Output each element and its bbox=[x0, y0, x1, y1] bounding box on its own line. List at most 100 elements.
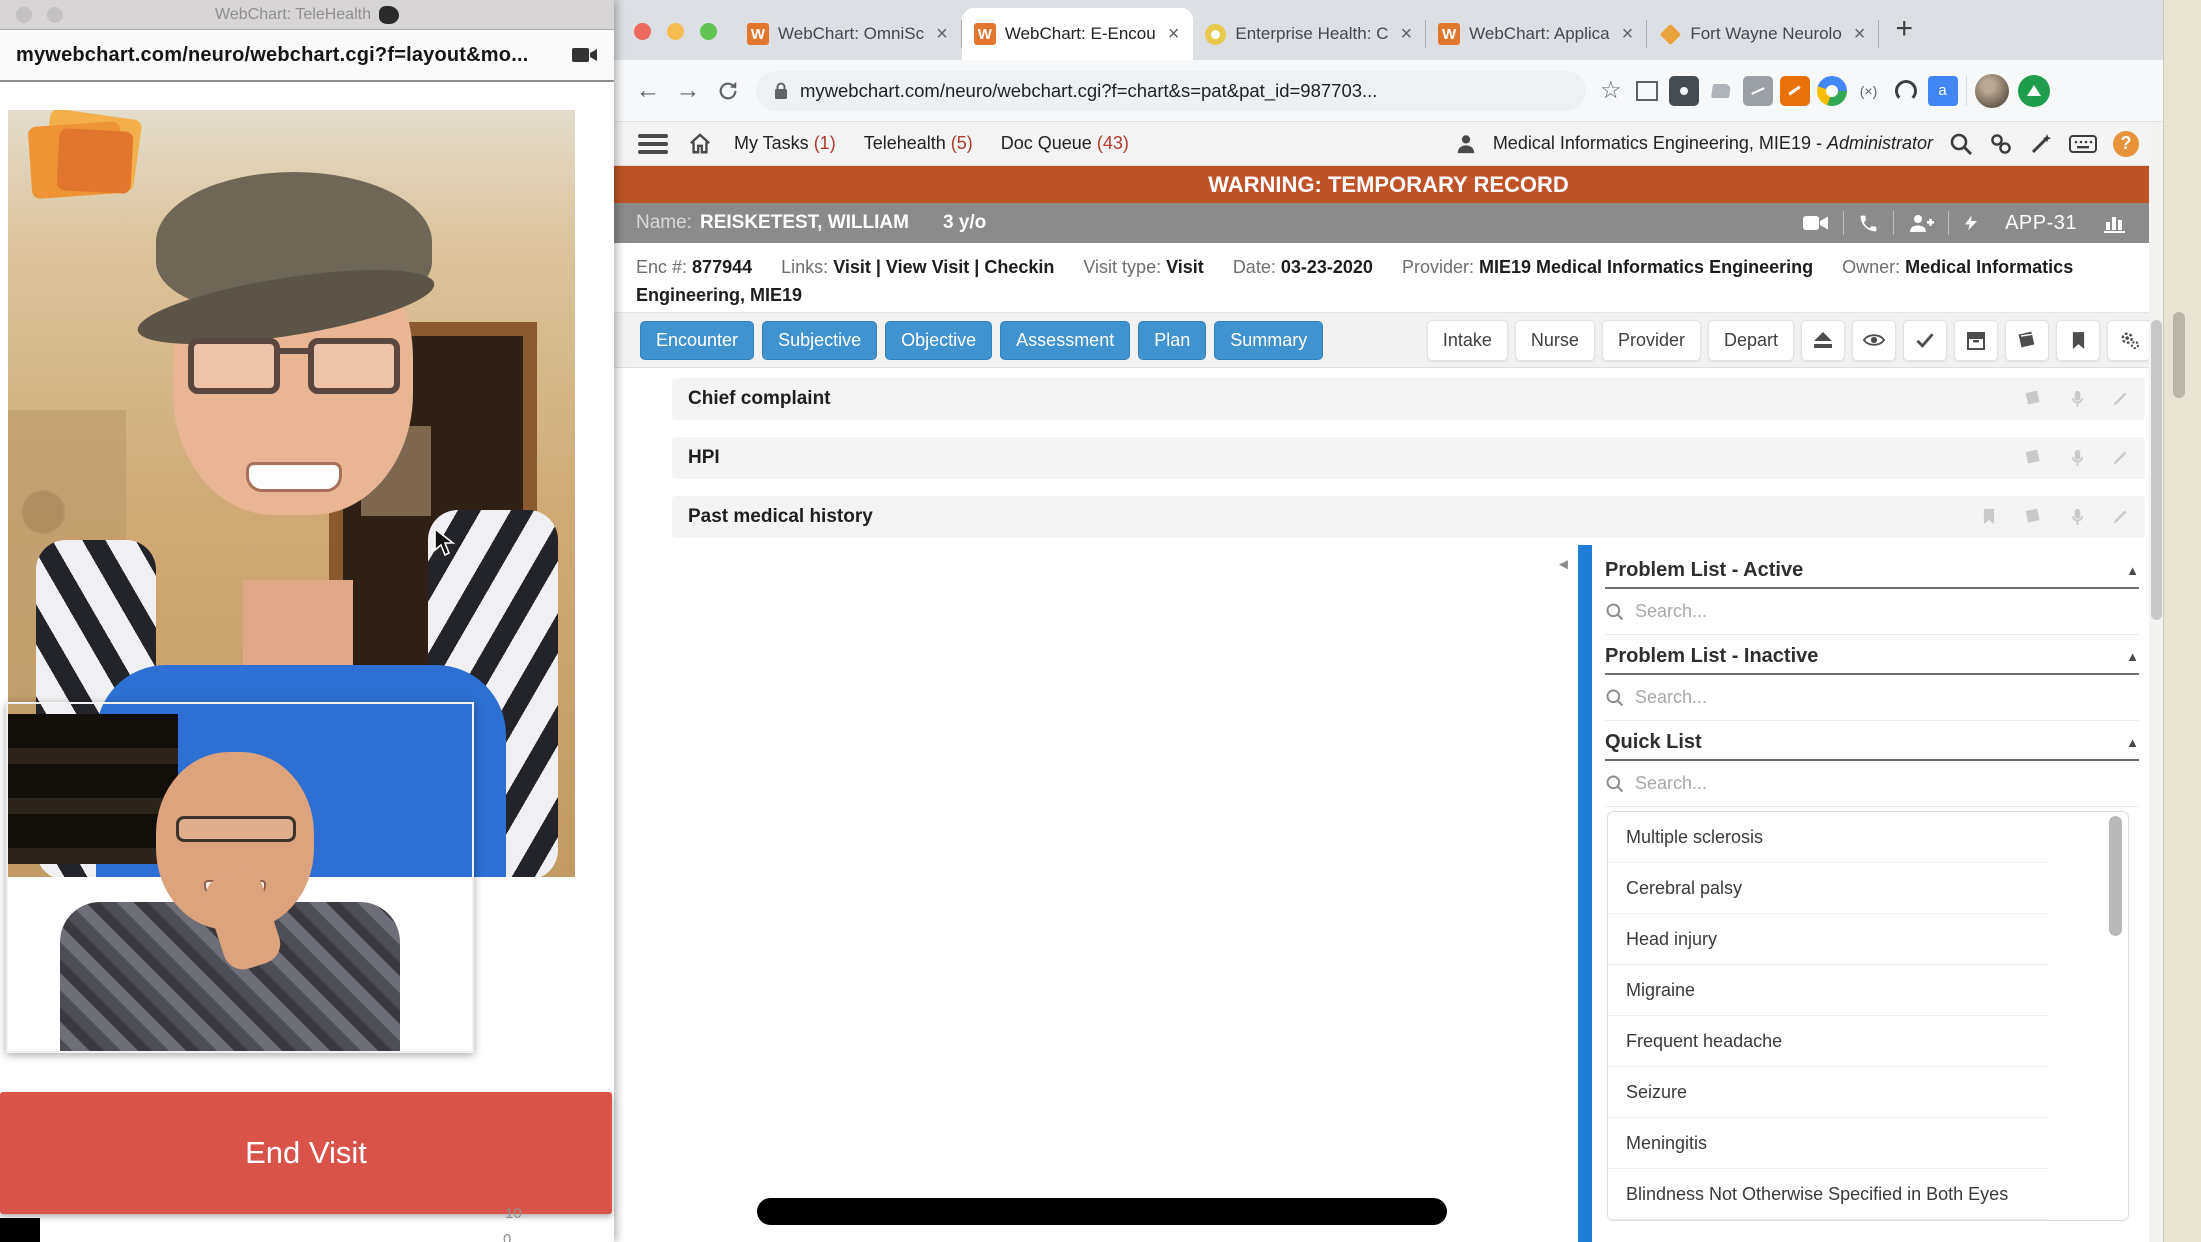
tab-close-icon[interactable]: × bbox=[1398, 23, 1414, 46]
link-icon[interactable] bbox=[1989, 132, 2013, 156]
reload-icon[interactable] bbox=[708, 80, 748, 102]
end-visit-button[interactable]: End Visit bbox=[0, 1092, 612, 1214]
bookmark-star-icon[interactable]: ☆ bbox=[1600, 76, 1622, 105]
bookmark-icon[interactable] bbox=[1982, 508, 1996, 526]
tab-close-icon[interactable]: × bbox=[1620, 23, 1636, 46]
search-input[interactable] bbox=[1635, 601, 1935, 622]
forward-icon[interactable]: → bbox=[668, 76, 708, 105]
section-tab[interactable]: Summary bbox=[1214, 321, 1323, 360]
lock-icon[interactable] bbox=[774, 82, 788, 100]
telehealth-url[interactable]: mywebchart.com/neuro/webchart.cgi?f=layo… bbox=[16, 44, 528, 67]
extension-icon[interactable] bbox=[1780, 76, 1810, 106]
phone-icon[interactable] bbox=[1844, 213, 1893, 234]
new-tab-button[interactable]: + bbox=[1879, 12, 1929, 60]
search-icon[interactable] bbox=[1949, 132, 1973, 156]
check-button[interactable] bbox=[1903, 320, 1947, 361]
window-dot[interactable] bbox=[47, 7, 63, 23]
back-icon[interactable]: ← bbox=[628, 76, 668, 105]
links-value[interactable]: Visit | View Visit | Checkin bbox=[833, 257, 1054, 277]
menu-icon[interactable] bbox=[638, 134, 668, 154]
bookmark-button[interactable] bbox=[2056, 320, 2100, 361]
extension-icon[interactable] bbox=[1817, 76, 1847, 106]
book-icon[interactable] bbox=[2024, 390, 2043, 408]
section-tab[interactable]: Assessment bbox=[1000, 321, 1130, 360]
panel-group-header[interactable]: Problem List - Active ▲ bbox=[1605, 553, 2139, 589]
quick-list-item[interactable]: Frequent headache bbox=[1608, 1016, 2048, 1067]
section-past-medical-history[interactable]: Past medical history bbox=[672, 496, 2145, 538]
edit-pencil-icon[interactable] bbox=[2112, 449, 2129, 467]
minimize-window-icon[interactable] bbox=[667, 23, 684, 40]
extension-icon[interactable] bbox=[1743, 76, 1773, 106]
microphone-icon[interactable] bbox=[2071, 508, 2084, 526]
browser-tab[interactable]: WebChart: E-Encou × bbox=[962, 8, 1194, 60]
book-icon[interactable] bbox=[2024, 449, 2043, 467]
video-camera-icon[interactable] bbox=[572, 46, 598, 64]
quick-list-item[interactable]: Blindness Not Otherwise Specified in Bot… bbox=[1608, 1169, 2048, 1220]
search-input[interactable] bbox=[1635, 773, 1935, 794]
tab-close-icon[interactable]: × bbox=[1166, 23, 1182, 46]
keyboard-icon[interactable] bbox=[2069, 134, 2097, 154]
logged-in-user[interactable]: Medical Informatics Engineering, MIE19 -… bbox=[1493, 133, 1933, 154]
search-input[interactable] bbox=[1635, 687, 1935, 708]
add-person-icon[interactable] bbox=[1894, 213, 1948, 233]
panel-group-header[interactable]: Problem List - Inactive ▲ bbox=[1605, 639, 2139, 675]
stage-button[interactable]: Depart bbox=[1708, 320, 1794, 361]
collapse-caret-icon[interactable]: ▲ bbox=[2126, 563, 2139, 578]
close-window-icon[interactable] bbox=[634, 23, 651, 40]
extension-icon[interactable] bbox=[1632, 76, 1662, 106]
nav-link[interactable]: Telehealth (5) bbox=[864, 133, 973, 154]
extension-icon[interactable] bbox=[1928, 76, 1958, 106]
tab-close-icon[interactable]: × bbox=[1852, 23, 1868, 46]
help-icon[interactable]: ? bbox=[2113, 131, 2139, 157]
stage-button[interactable]: Nurse bbox=[1515, 320, 1595, 361]
section-tab[interactable]: Subjective bbox=[762, 321, 877, 360]
settings-gears-button[interactable] bbox=[2107, 320, 2151, 361]
section-tab[interactable]: Plan bbox=[1138, 321, 1206, 360]
eject-button[interactable] bbox=[1801, 320, 1845, 361]
collapse-caret-icon[interactable]: ▲ bbox=[2126, 649, 2139, 664]
extension-icon[interactable] bbox=[1706, 76, 1736, 106]
section-tab[interactable]: Objective bbox=[885, 321, 992, 360]
url-text[interactable]: mywebchart.com/neuro/webchart.cgi?f=char… bbox=[800, 80, 1377, 102]
stage-button[interactable]: Intake bbox=[1427, 320, 1508, 361]
edit-pencil-icon[interactable] bbox=[2112, 390, 2129, 408]
bar-chart-icon[interactable] bbox=[2089, 212, 2141, 234]
home-icon[interactable] bbox=[688, 133, 712, 155]
panel-group-header[interactable]: Quick List ▲ bbox=[1605, 725, 2139, 761]
page-scrollbar[interactable] bbox=[2149, 122, 2163, 1242]
section-tab[interactable]: Encounter bbox=[640, 321, 754, 360]
nav-link[interactable]: My Tasks (1) bbox=[734, 133, 836, 154]
window-controls[interactable] bbox=[16, 7, 63, 23]
browser-tab[interactable]: Fort Wayne Neurolo × bbox=[1647, 8, 1879, 60]
telehealth-urlbar[interactable]: mywebchart.com/neuro/webchart.cgi?f=layo… bbox=[0, 30, 614, 82]
quick-list-item[interactable]: Multiple sclerosis bbox=[1608, 812, 2048, 863]
book-button[interactable] bbox=[2005, 320, 2049, 361]
quick-list-item[interactable]: Head injury bbox=[1608, 914, 2048, 965]
panel-collapse-icon[interactable]: ◄ bbox=[1556, 556, 1571, 573]
quick-list-item[interactable]: Migraine bbox=[1608, 965, 2048, 1016]
profile-avatar[interactable] bbox=[1975, 74, 2009, 108]
microphone-icon[interactable] bbox=[2071, 449, 2084, 467]
wand-icon[interactable] bbox=[2029, 132, 2053, 156]
bolt-icon[interactable] bbox=[1949, 212, 1993, 234]
archive-button[interactable] bbox=[1954, 320, 1998, 361]
quick-list-item[interactable]: Cerebral palsy bbox=[1608, 863, 2048, 914]
extension-icon[interactable] bbox=[1854, 76, 1884, 106]
quick-list-item[interactable]: Meningitis bbox=[1608, 1118, 2048, 1169]
edit-pencil-icon[interactable] bbox=[2112, 508, 2129, 526]
window-controls[interactable] bbox=[614, 23, 735, 60]
browser-tab[interactable]: WebChart: OmniSc × bbox=[735, 8, 962, 60]
microphone-icon[interactable] bbox=[2071, 390, 2084, 408]
extension-icon[interactable] bbox=[1891, 76, 1921, 106]
browser-tab[interactable]: WebChart: Applica × bbox=[1426, 8, 1647, 60]
book-icon[interactable] bbox=[2024, 508, 2043, 526]
window-dot[interactable] bbox=[16, 7, 32, 23]
section-chief-complaint[interactable]: Chief complaint bbox=[672, 378, 2145, 420]
eye-button[interactable] bbox=[1852, 320, 1896, 361]
quick-list-item[interactable]: Seizure bbox=[1608, 1067, 2048, 1118]
section-hpi[interactable]: HPI bbox=[672, 437, 2145, 479]
browser-tab[interactable]: Enterprise Health: C × bbox=[1193, 8, 1426, 60]
nav-link[interactable]: Doc Queue (43) bbox=[1001, 133, 1129, 154]
stage-button[interactable]: Provider bbox=[1602, 320, 1701, 361]
video-call-icon[interactable] bbox=[1789, 214, 1843, 232]
